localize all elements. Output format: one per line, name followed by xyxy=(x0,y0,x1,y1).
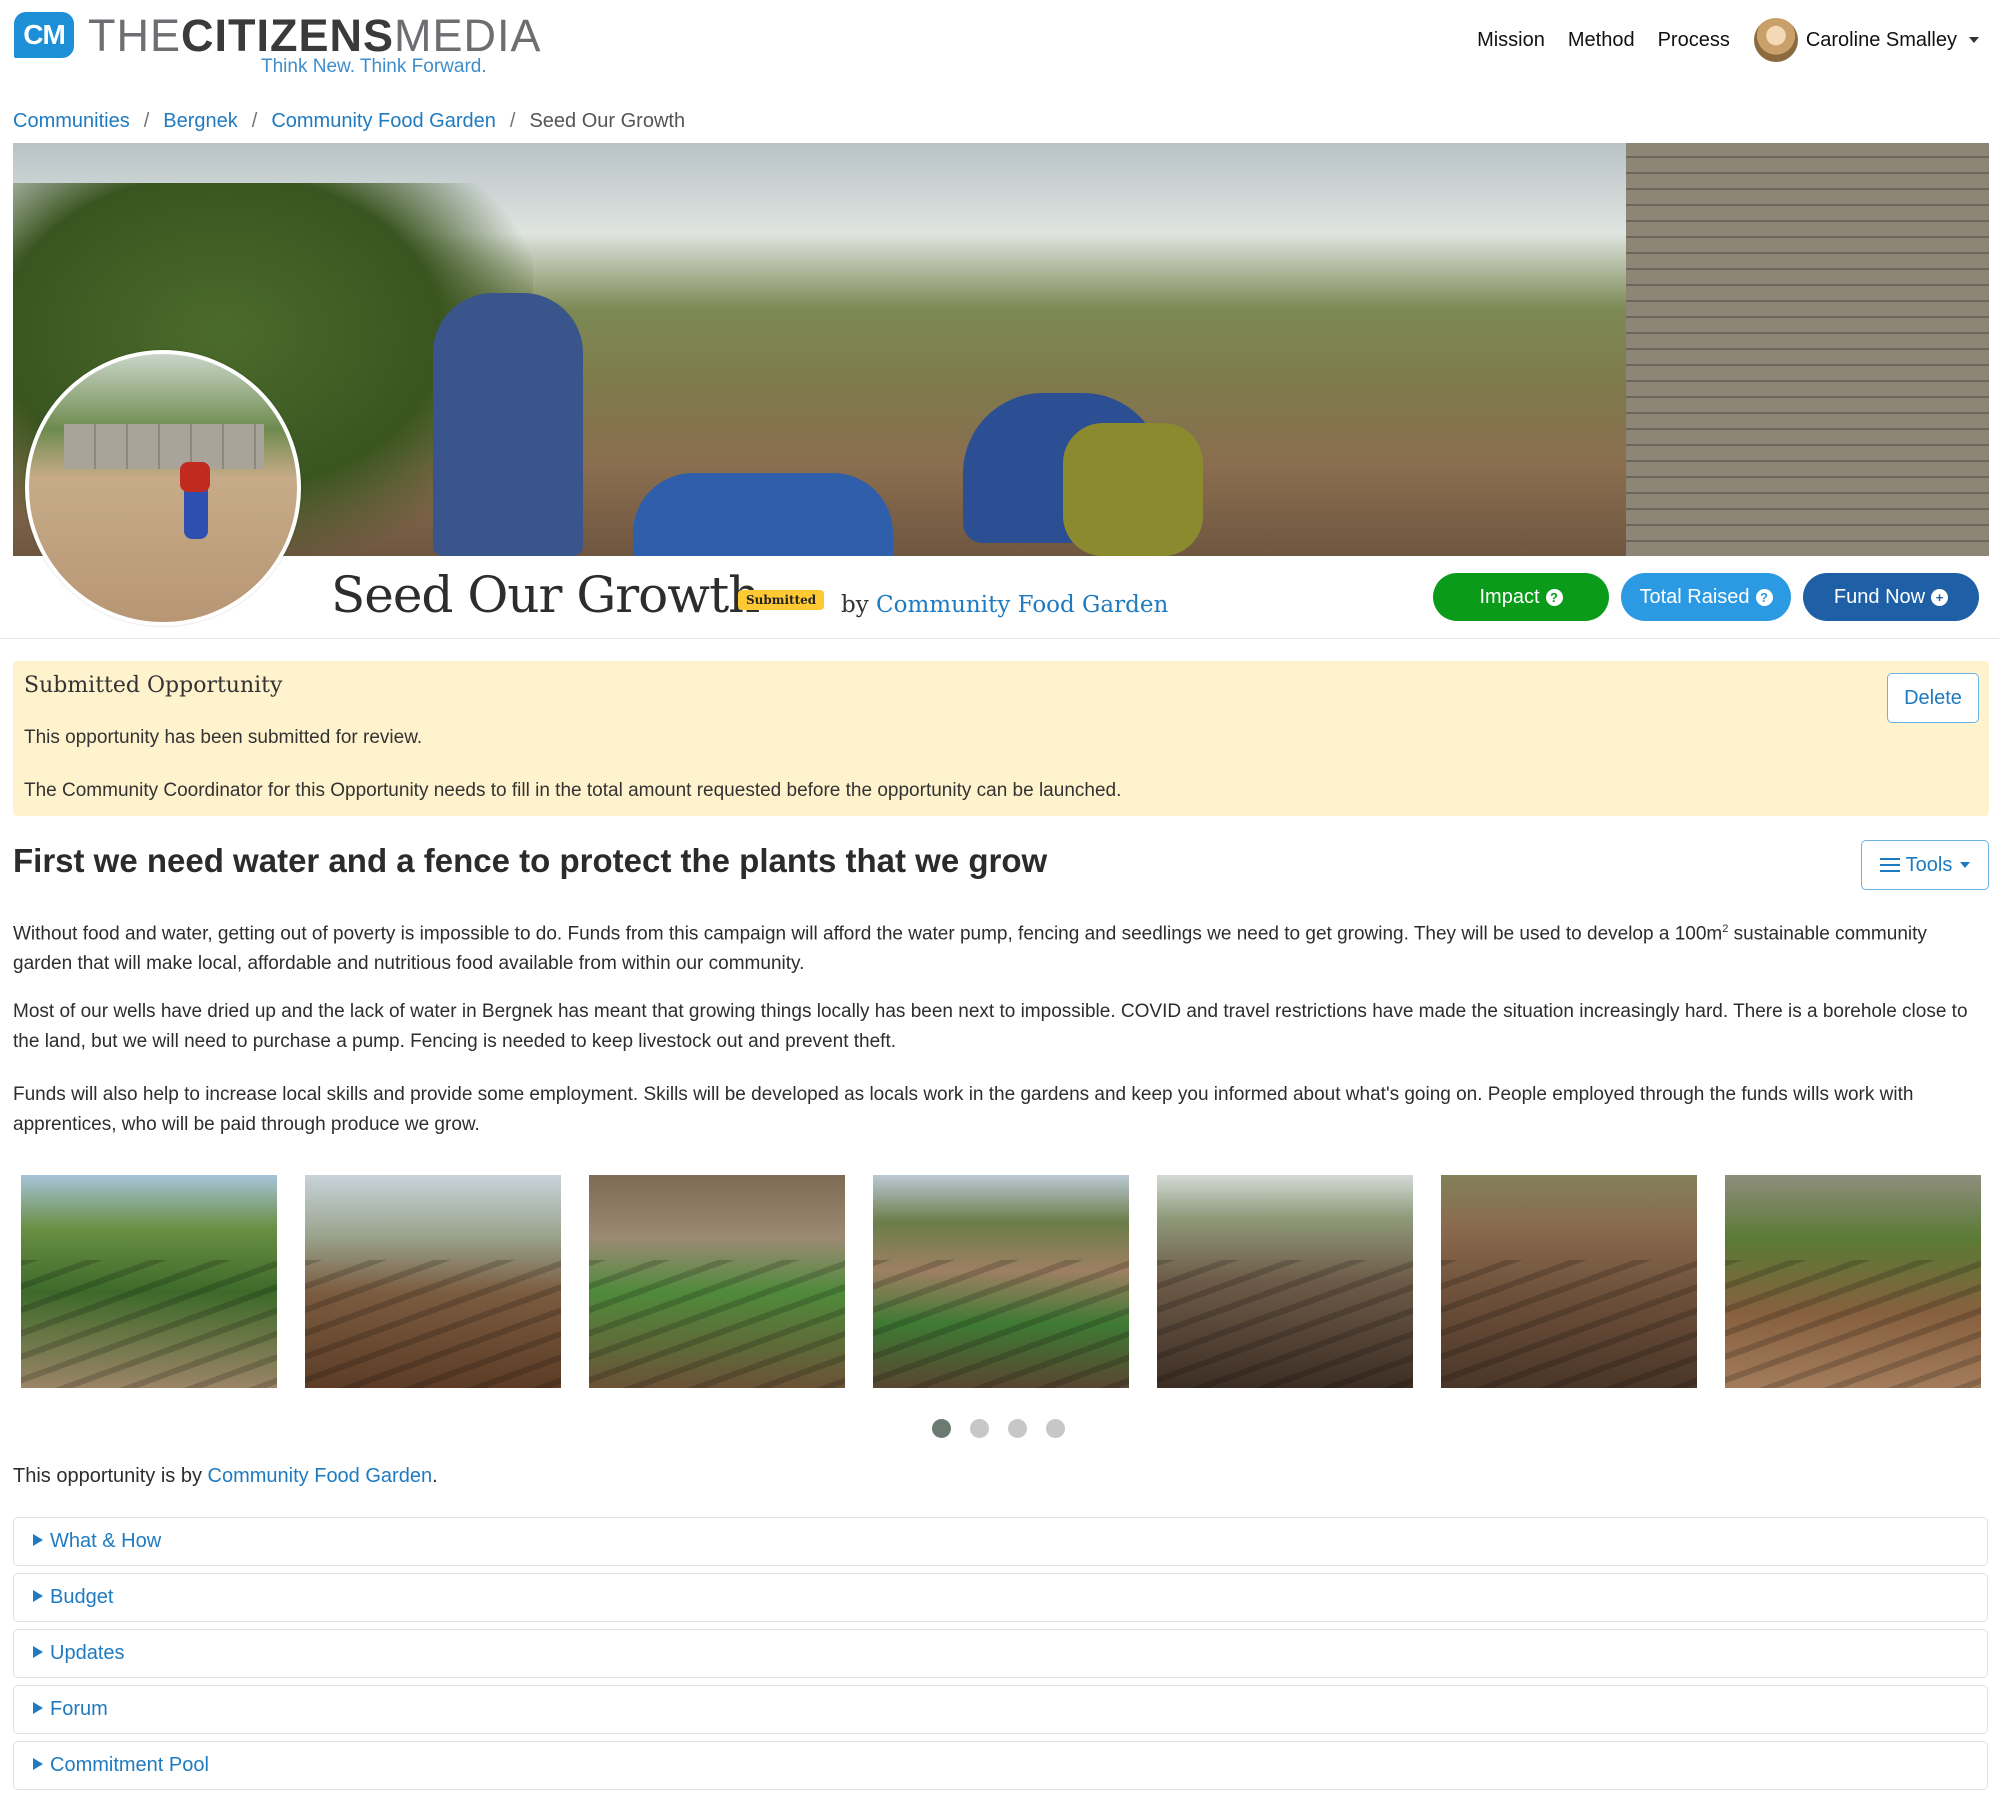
breadcrumb-bergnek[interactable]: Bergnek xyxy=(163,110,238,133)
nav-mission[interactable]: Mission xyxy=(1477,29,1545,52)
nav-process[interactable]: Process xyxy=(1658,29,1730,52)
question-icon: ? xyxy=(1545,589,1563,606)
fund-now-button[interactable]: Fund Now + xyxy=(1803,573,1979,621)
menu-icon xyxy=(1879,858,1900,872)
byline: by Community Food Garden xyxy=(841,592,1168,618)
byline-prefix: by xyxy=(841,592,869,618)
gallery-photo[interactable] xyxy=(21,1175,277,1388)
triangle-right-icon xyxy=(33,1758,43,1770)
breadcrumb-separator: / xyxy=(251,110,258,132)
chevron-down-icon xyxy=(1969,37,1979,43)
gallery-photo[interactable] xyxy=(873,1175,1129,1388)
gallery-photo[interactable] xyxy=(305,1175,561,1388)
description-paragraph: Funds will also help to increase local s… xyxy=(13,1084,1914,1135)
submitted-alert: Submitted Opportunity This opportunity h… xyxy=(13,661,1989,816)
alert-text: The Community Coordinator for this Oppor… xyxy=(24,780,1122,801)
delete-button[interactable]: Delete xyxy=(1887,673,1979,723)
page-title: Seed Our Growth xyxy=(331,566,760,624)
section-commitment-pool[interactable]: Commitment Pool xyxy=(13,1741,1988,1790)
byline-link[interactable]: Community Food Garden xyxy=(876,592,1168,618)
question-icon: ? xyxy=(1755,589,1773,606)
breadcrumb-separator: / xyxy=(509,110,516,132)
breadcrumb-separator: / xyxy=(143,110,150,132)
breadcrumb-current: Seed Our Growth xyxy=(529,110,686,132)
title-row: Seed Our Growth Submitted by Community F… xyxy=(0,566,1999,639)
nav-method[interactable]: Method xyxy=(1568,29,1635,52)
owner-link[interactable]: Community Food Garden xyxy=(208,1465,433,1487)
user-name: Caroline Smalley xyxy=(1805,28,1957,51)
user-menu[interactable]: Caroline Smalley xyxy=(1753,18,1979,62)
triangle-right-icon xyxy=(33,1534,43,1546)
total-raised-button[interactable]: Total Raised? xyxy=(1621,573,1791,621)
tools-dropdown[interactable]: Tools xyxy=(1861,840,1989,890)
total-raised-label: Total Raised xyxy=(1639,586,1750,608)
section-updates[interactable]: Updates xyxy=(13,1629,1988,1678)
logo-badge: CM xyxy=(14,12,74,58)
gallery-photo[interactable] xyxy=(1157,1175,1413,1388)
logo-wordmark: THECITIZENSMEDIA xyxy=(88,10,542,61)
gallery-page-dot[interactable] xyxy=(1008,1419,1027,1438)
description-paragraph: Without food and water, getting out of p… xyxy=(13,923,1927,975)
alert-text: This opportunity has been submitted for … xyxy=(24,727,423,748)
impact-label: Impact xyxy=(1479,586,1540,608)
breadcrumb-community-food-garden[interactable]: Community Food Garden xyxy=(271,110,496,133)
gallery-pagination xyxy=(932,1419,1084,1438)
main-nav: Mission Method Process Caroline Smalley xyxy=(1454,18,1979,62)
triangle-right-icon xyxy=(33,1646,43,1658)
section-forum[interactable]: Forum xyxy=(13,1685,1988,1734)
logo-tagline: Think New. Think Forward. xyxy=(261,56,487,77)
status-badge: Submitted xyxy=(738,590,825,610)
opportunity-owner-line: This opportunity is by Community Food Ga… xyxy=(13,1465,438,1487)
triangle-right-icon xyxy=(33,1590,43,1602)
avatar xyxy=(1753,18,1798,62)
breadcrumb: Communities / Bergnek / Community Food G… xyxy=(13,110,685,133)
gallery-page-dot[interactable] xyxy=(970,1419,989,1438)
tools-label: Tools xyxy=(1905,854,1953,876)
gallery-photo[interactable] xyxy=(589,1175,845,1388)
chevron-down-icon xyxy=(1960,862,1971,868)
site-header: CM THECITIZENSMEDIA Think New. Think For… xyxy=(0,0,1999,100)
breadcrumb-communities[interactable]: Communities xyxy=(13,110,130,133)
section-what-and-how[interactable]: What & How xyxy=(13,1517,1988,1566)
gallery-photo[interactable] xyxy=(1725,1175,1981,1388)
plus-circle-icon: + xyxy=(1931,589,1949,606)
gallery-page-dot[interactable] xyxy=(932,1419,951,1438)
fund-now-label: Fund Now xyxy=(1833,586,1926,608)
photo-gallery xyxy=(21,1175,1983,1388)
section-budget[interactable]: Budget xyxy=(13,1573,1988,1622)
content-headline: First we need water and a fence to prote… xyxy=(13,842,1048,879)
alert-title: Submitted Opportunity xyxy=(24,673,283,698)
gallery-page-dot[interactable] xyxy=(1046,1419,1065,1438)
description-paragraph: Most of our wells have dried up and the … xyxy=(13,1001,1968,1052)
triangle-right-icon xyxy=(33,1702,43,1714)
gallery-photo[interactable] xyxy=(1441,1175,1697,1388)
cover-image xyxy=(13,143,1989,556)
impact-button[interactable]: Impact? xyxy=(1433,573,1609,621)
